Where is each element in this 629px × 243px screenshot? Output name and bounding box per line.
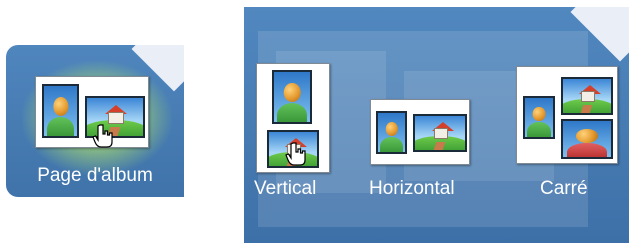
portrait-thumbnail-red-icon (561, 119, 613, 159)
hand-cursor-icon (92, 124, 113, 148)
horizontal-label: Horizontal (369, 178, 455, 199)
album-page-label: Page d'album (37, 165, 153, 186)
landscape-thumbnail-icon (413, 114, 467, 152)
portrait-thumbnail-icon (523, 96, 555, 139)
layout-options-panel: Vertical Horizontal Carré (244, 7, 629, 243)
square-layout-card-icon (516, 66, 618, 164)
hand-cursor-icon (285, 142, 306, 166)
portrait-thumbnail-icon (42, 84, 79, 138)
portrait-thumbnail-icon (376, 111, 407, 154)
carre-label: Carré (540, 178, 588, 199)
album-page-tile[interactable]: Page d'album (6, 45, 184, 197)
portrait-thumbnail-icon (272, 70, 312, 124)
horizontal-layout-card-icon (370, 99, 470, 165)
vertical-label: Vertical (254, 178, 317, 199)
landscape-thumbnail-icon (561, 77, 613, 115)
